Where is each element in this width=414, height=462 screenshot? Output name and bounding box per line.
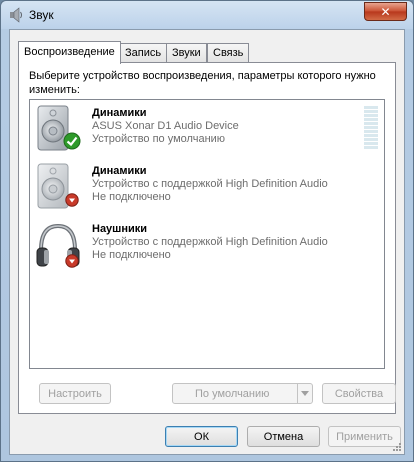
device-list[interactable]: Динамики ASUS Xonar D1 Audio Device Устр… <box>29 99 385 369</box>
button-label: Свойства <box>334 387 384 400</box>
tab-sounds[interactable]: Звуки <box>166 43 207 62</box>
check-icon <box>63 132 81 150</box>
tab-playback[interactable]: Воспроизведение <box>18 41 121 64</box>
tab-label: Звуки <box>172 47 201 59</box>
title-bar[interactable]: Звук ✕ <box>1 1 413 29</box>
device-name: Динамики <box>92 107 147 119</box>
properties-button[interactable]: Свойства <box>322 383 396 404</box>
disconnected-icon <box>65 254 79 268</box>
instruction-text: Выберите устройство воспроизведения, пар… <box>29 70 376 96</box>
device-item-headphones-hd[interactable]: Наушники Устройство с поддержкой High De… <box>30 218 384 276</box>
tab-recording[interactable]: Запись <box>119 43 168 62</box>
device-status: Устройство по умолчанию <box>92 133 226 145</box>
ok-button[interactable]: ОК <box>165 426 238 447</box>
device-item-speakers-hd[interactable]: Динамики Устройство с поддержкой High De… <box>30 160 384 218</box>
device-name: Динамики <box>92 165 147 177</box>
configure-button[interactable]: Настроить <box>39 383 111 404</box>
button-label: Применить <box>336 430 393 443</box>
speaker-icon <box>10 7 22 23</box>
device-description: ASUS Xonar D1 Audio Device <box>92 120 239 132</box>
button-label: Настроить <box>48 387 102 400</box>
window-title: Звук <box>29 8 54 22</box>
device-name: Наушники <box>92 223 148 235</box>
playback-tab-panel: Выберите устройство воспроизведения, пар… <box>18 62 396 414</box>
button-label: Отмена <box>263 430 304 443</box>
sound-dialog-window: Звук ✕ Воспроизведение Запись Звуки Связ… <box>0 0 414 462</box>
tab-label: Воспроизведение <box>24 46 115 58</box>
tab-communications[interactable]: Связь <box>207 43 250 62</box>
cancel-button[interactable]: Отмена <box>247 426 320 447</box>
close-button[interactable]: ✕ <box>364 2 407 21</box>
resize-grip-icon[interactable] <box>392 442 402 452</box>
device-status: Не подключено <box>92 191 171 203</box>
chevron-down-icon[interactable] <box>297 384 312 403</box>
button-label: ОК <box>194 430 209 443</box>
device-description: Устройство с поддержкой High Definition … <box>92 236 328 248</box>
set-default-split-button[interactable]: По умолчанию <box>172 383 313 404</box>
volume-level-meter <box>364 106 378 152</box>
close-icon: ✕ <box>380 4 391 19</box>
dialog-client-area: Воспроизведение Запись Звуки Связь Выбер… <box>9 29 405 455</box>
device-status: Не подключено <box>92 249 171 261</box>
device-description: Устройство с поддержкой High Definition … <box>92 178 328 190</box>
apply-button[interactable]: Применить <box>328 426 401 447</box>
tab-label: Связь <box>213 47 244 59</box>
device-item-speakers-xonar[interactable]: Динамики ASUS Xonar D1 Audio Device Устр… <box>30 102 384 160</box>
button-label: По умолчанию <box>195 387 270 400</box>
tab-label: Запись <box>125 47 162 59</box>
disconnected-icon <box>65 193 79 207</box>
